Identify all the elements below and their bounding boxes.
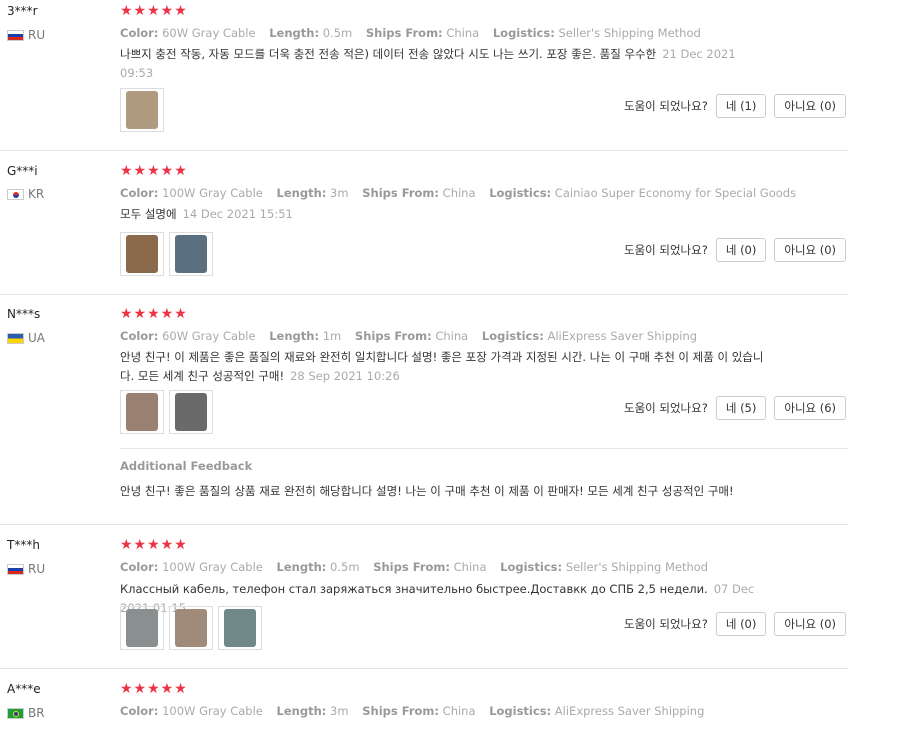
helpful-no-button[interactable]: 아니요 (0) (774, 238, 847, 262)
helpful-vote: 도움이 되었나요? 네 (0) 아니요 (0) (624, 612, 847, 636)
country-code: KR (28, 187, 45, 201)
logistics-value: Seller's Shipping Method (565, 560, 709, 574)
helpful-question: 도움이 되었나요? (624, 99, 708, 113)
review-date: 28 Sep 2021 10:26 (290, 369, 400, 383)
helpful-yes-button[interactable]: 네 (0) (715, 612, 767, 636)
review-card: T***h RU ★★★★★ Color: 100W Gray Cable Le… (0, 524, 848, 669)
review-photos (120, 232, 213, 276)
color-value: 100W Gray Cable (162, 704, 263, 718)
helpful-yes-button[interactable]: 네 (5) (715, 396, 767, 420)
helpful-question: 도움이 되었나요? (624, 401, 708, 415)
ships-from-value: China (435, 329, 469, 343)
helpful-vote: 도움이 되었나요? 네 (5) 아니요 (6) (624, 396, 847, 420)
helpful-no-button[interactable]: 아니요 (0) (774, 612, 847, 636)
divider (120, 448, 848, 449)
helpful-yes-button[interactable]: 네 (1) (715, 94, 767, 118)
review-text: 나쁘지 충전 작동, 자동 모드를 더욱 충전 전송 적은) 데이터 전송 않았… (120, 47, 736, 80)
reviewer-country: BR (7, 706, 45, 720)
review-photo-thumbnail[interactable] (120, 88, 164, 132)
ships-from-value: China (453, 560, 487, 574)
star-rating: ★★★★★ (120, 681, 188, 697)
review-photo-thumbnail[interactable] (169, 390, 213, 434)
star-rating: ★★★★★ (120, 306, 188, 322)
additional-feedback-text: 안녕 친구! 좋은 품질의 상품 재료 완전히 해당합니다 설명! 나는 이 구… (120, 484, 734, 498)
length-value: 3m (330, 704, 349, 718)
helpful-vote: 도움이 되었나요? 네 (1) 아니요 (0) (624, 94, 847, 118)
ships-from-value: China (446, 26, 480, 40)
helpful-question: 도움이 되었나요? (624, 243, 708, 257)
reviewer-country: UA (7, 331, 45, 345)
color-value: 100W Gray Cable (162, 186, 263, 200)
helpful-question: 도움이 되었나요? (624, 617, 708, 631)
helpful-no-button[interactable]: 아니요 (6) (774, 396, 847, 420)
ships-from-value: China (442, 704, 476, 718)
color-value: 60W Gray Cable (162, 329, 256, 343)
flag-icon (7, 188, 24, 200)
review-photo-thumbnail[interactable] (120, 606, 164, 650)
reviewer-country: KR (7, 187, 44, 201)
review-card: 3***r RU ★★★★★ Color: 60W Gray Cable Len… (0, 0, 848, 151)
star-rating: ★★★★★ (120, 537, 188, 553)
reviewer-name: N***s (7, 307, 41, 321)
review-photo-thumbnail[interactable] (218, 606, 262, 650)
country-code: UA (28, 331, 45, 345)
product-attributes: Color: 100W Gray Cable Length: 3m Ships … (120, 186, 797, 200)
logistics-value: Seller's Shipping Method (558, 26, 701, 40)
helpful-vote: 도움이 되었나요? 네 (0) 아니요 (0) (624, 238, 847, 262)
product-attributes: Color: 100W Gray Cable Length: 0.5m Ship… (120, 560, 709, 574)
review-photos (120, 88, 164, 132)
review-text: 모두 설명에 14 Dec 2021 15:51 (120, 207, 293, 221)
reviewer-name: 3***r (7, 4, 38, 18)
logistics-value: AliExpress Saver Shipping (554, 704, 705, 718)
color-value: 100W Gray Cable (162, 560, 263, 574)
flag-icon (7, 563, 24, 575)
review-card: A***e BR ★★★★★ Color: 100W Gray Cable Le… (0, 668, 848, 730)
reviewer-name: A***e (7, 682, 41, 696)
helpful-yes-button[interactable]: 네 (0) (715, 238, 767, 262)
review-photos (120, 390, 213, 434)
country-code: RU (28, 28, 46, 42)
length-value: 0.5m (322, 26, 353, 40)
review-card: N***s UA ★★★★★ Color: 60W Gray Cable Len… (0, 294, 848, 525)
reviewer-country: RU (7, 562, 45, 576)
product-attributes: Color: 100W Gray Cable Length: 3m Ships … (120, 704, 705, 718)
star-rating: ★★★★★ (120, 163, 188, 179)
length-value: 0.5m (330, 560, 360, 574)
star-rating: ★★★★★ (120, 3, 188, 19)
review-card: G***i KR ★★★★★ Color: 100W Gray Cable Le… (0, 150, 848, 295)
review-photo-thumbnail[interactable] (169, 606, 213, 650)
review-text: 안녕 친구! 이 제품은 좋은 품질의 재료와 완전히 일치합니다 설명! 좋은… (120, 350, 764, 383)
reviewer-country: RU (7, 28, 45, 42)
additional-feedback-title: Additional Feedback (120, 459, 253, 473)
flag-icon (7, 332, 24, 344)
helpful-no-button[interactable]: 아니요 (0) (774, 94, 847, 118)
review-photo-thumbnail[interactable] (169, 232, 213, 276)
reviewer-name: G***i (7, 164, 38, 178)
review-photo-thumbnail[interactable] (120, 390, 164, 434)
length-value: 1m (322, 329, 342, 343)
length-value: 3m (330, 186, 349, 200)
color-value: 60W Gray Cable (162, 26, 256, 40)
country-code: BR (28, 706, 45, 720)
review-date: 14 Dec 2021 15:51 (182, 207, 293, 221)
country-code: RU (28, 562, 46, 576)
ships-from-value: China (442, 186, 476, 200)
review-photo-thumbnail[interactable] (120, 232, 164, 276)
product-attributes: Color: 60W Gray Cable Length: 1m Ships F… (120, 329, 698, 343)
flag-icon (7, 707, 24, 719)
logistics-value: AliExpress Saver Shipping (547, 329, 698, 343)
product-attributes: Color: 60W Gray Cable Length: 0.5m Ships… (120, 26, 701, 40)
reviewer-name: T***h (7, 538, 40, 552)
review-photos (120, 606, 262, 650)
logistics-value: Cainiao Super Economy for Special Goods (554, 186, 797, 200)
flag-icon (7, 29, 24, 41)
